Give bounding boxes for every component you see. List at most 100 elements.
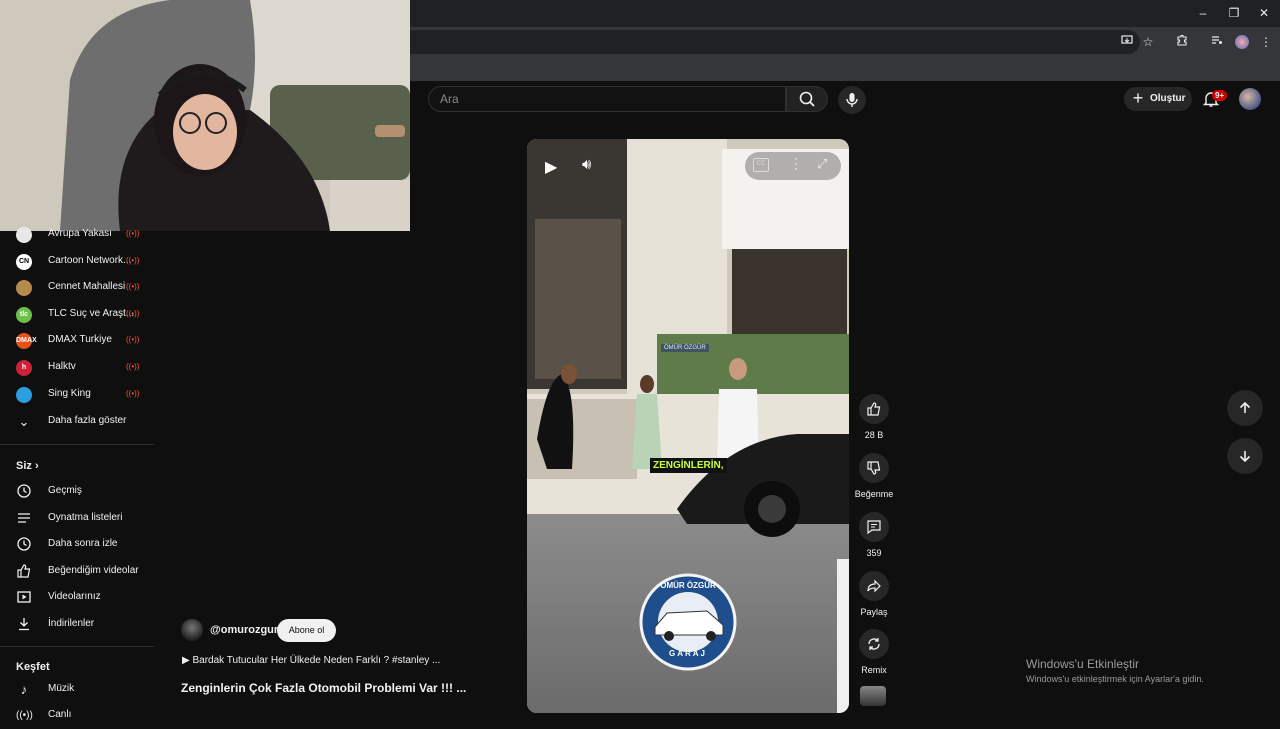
show-more-button[interactable]: ⌄ Daha fazla göster — [0, 409, 154, 435]
bookmarks-bar — [410, 57, 1280, 81]
subscription-label: TLC Suç ve Araşt... — [48, 308, 135, 319]
sidebar-item-your-videos[interactable]: Videolarınız — [0, 585, 154, 611]
fullscreen-icon[interactable]: ⤢ — [817, 156, 827, 172]
minimize-button[interactable]: – — [1192, 4, 1214, 22]
extensions-icon[interactable] — [1173, 33, 1191, 51]
remix-button[interactable]: Remix — [853, 629, 895, 675]
you-section-heading[interactable]: Siz › — [16, 460, 39, 472]
sidebar-item-watch-later[interactable]: Daha sonra izle — [0, 532, 154, 558]
related-video-link[interactable]: ▶ Bardak Tutucular Her Ülkede Neden Fark… — [182, 655, 440, 666]
like-count: 28 B — [864, 430, 884, 440]
webcam-overlay — [0, 0, 410, 231]
logo-top-text: ÖMÜR ÖZGÜR — [660, 581, 716, 590]
channel-icon — [16, 387, 32, 403]
dislike-button[interactable]: Beğenme — [853, 453, 895, 499]
sidebar-subscription-item[interactable]: tlc TLC Suç ve Araşt... ((•)) — [0, 302, 154, 328]
subscription-label: Avrupa Yakası — [48, 228, 112, 239]
account-avatar[interactable] — [1239, 88, 1261, 110]
video-title: Zenginlerin Çok Fazla Otomobil Problemi … — [181, 681, 467, 695]
channel-avatar[interactable] — [181, 619, 203, 641]
channel-icon — [16, 227, 32, 243]
remix-label: Remix — [861, 665, 887, 675]
restore-button[interactable]: ❐ — [1223, 4, 1245, 22]
chevron-down-icon: ⌄ — [18, 414, 30, 429]
sidebar-item-label: Müzik — [48, 683, 75, 694]
search-button[interactable] — [786, 86, 828, 112]
sidebar-item-label: Canlı — [48, 709, 72, 720]
bookmark-star-icon[interactable]: ☆ — [1139, 33, 1157, 51]
like-button[interactable]: 28 B — [853, 394, 895, 440]
arrow-down-icon — [1239, 451, 1251, 463]
download-icon — [16, 616, 32, 634]
close-window-button[interactable]: ✕ — [1253, 4, 1275, 22]
sidebar-item-liked-videos[interactable]: Beğendiğim videolar — [0, 559, 154, 585]
profile-avatar[interactable] — [1233, 33, 1251, 51]
sound-thumbnail[interactable] — [860, 686, 886, 706]
sidebar-subscription-item[interactable]: CN Cartoon Network... ((•)) — [0, 249, 154, 275]
thumbs-up-icon — [867, 402, 881, 416]
browser-menu-icon[interactable]: ⋮ — [1257, 33, 1275, 51]
sidebar-item-downloads[interactable]: İndirilenler — [0, 612, 154, 638]
media-controls-icon[interactable] — [1208, 33, 1226, 51]
sidebar-item-label: Geçmiş — [48, 485, 82, 496]
sidebar-item-label: İndirilenler — [48, 618, 95, 629]
subscription-label: Halktv — [48, 361, 76, 372]
explore-section-heading: Keşfet — [16, 661, 50, 673]
history-icon — [16, 483, 32, 501]
sidebar-item-label: Oynatma listeleri — [48, 512, 123, 523]
channel-icon — [16, 280, 32, 296]
sidebar-item-music[interactable]: ♪ Müzik — [0, 677, 154, 703]
channel-icon: tlc — [16, 307, 32, 323]
dislike-label: Beğenme — [854, 489, 894, 499]
remix-icon — [868, 638, 880, 650]
subscription-label: Sing King — [48, 388, 91, 399]
thumbs-down-icon — [867, 461, 881, 475]
show-more-label: Daha fazla göster — [48, 415, 127, 426]
install-app-icon[interactable] — [1118, 33, 1136, 51]
music-icon: ♪ — [20, 682, 28, 697]
play-button[interactable]: ▶ — [545, 157, 557, 177]
shorts-video-player[interactable]: ▶ 🔊︎ CC ⋮ ⤢ ÖMÜR ÖZGÜR ZENGİNLERİN, ÖMÜR… — [527, 139, 849, 713]
sidebar-item-playlists[interactable]: Oynatma listeleri — [0, 506, 154, 532]
voice-search-button[interactable] — [838, 86, 866, 114]
live-indicator-icon: ((•)) — [126, 229, 140, 238]
video-frame — [527, 139, 849, 713]
comments-button[interactable]: 359 — [853, 512, 895, 558]
activation-watermark-subtitle: Windows'u etkinleştirmek için Ayarlar'a … — [1026, 674, 1204, 684]
playlists-icon — [16, 510, 32, 528]
share-button[interactable]: Paylaş — [853, 571, 895, 617]
activation-watermark-title: Windows'u Etkinleştir — [1026, 657, 1139, 671]
channel-handle[interactable]: @omurozgur — [210, 624, 278, 636]
live-indicator-icon: ((•)) — [126, 389, 140, 398]
sidebar-item-label: Daha sonra izle — [48, 538, 118, 549]
live-indicator-icon: ((•)) — [126, 362, 140, 371]
plus-icon: + — [1132, 88, 1144, 108]
sidebar-item-history[interactable]: Geçmiş — [0, 479, 154, 505]
your-videos-icon — [16, 589, 32, 607]
sidebar-item-live[interactable]: ((•)) Canlı — [0, 703, 154, 729]
sidebar-subscription-item[interactable]: Cennet Mahallesi ((•)) — [0, 275, 154, 301]
sidebar-subscription-item[interactable]: Avrupa Yakası ((•)) — [0, 222, 154, 248]
live-indicator-icon: ((•)) — [126, 256, 140, 265]
channel-icon: CN — [16, 254, 32, 270]
previous-short-button[interactable] — [1227, 390, 1263, 426]
video-caption: ZENGİNLERİN, — [650, 458, 727, 473]
logo-bottom-text: GARAJ — [668, 649, 707, 658]
comment-count: 359 — [866, 548, 882, 558]
sidebar-subscription-item[interactable]: h Halktv ((•)) — [0, 355, 154, 381]
subscribe-button[interactable]: Abone ol — [277, 619, 336, 642]
search-input[interactable]: Ara — [428, 86, 786, 112]
share-icon — [867, 579, 881, 593]
more-options-icon[interactable]: ⋮ — [789, 155, 803, 172]
notification-badge: 9+ — [1212, 90, 1228, 101]
sidebar-subscription-item[interactable]: DMAX DMAX Turkiye ((•)) — [0, 328, 154, 354]
sidebar-subscription-item[interactable]: Sing King ((•)) — [0, 382, 154, 408]
address-bar[interactable] — [410, 30, 1140, 54]
captions-icon[interactable]: CC — [753, 158, 769, 172]
sidebar-item-label: Videolarınız — [48, 591, 101, 602]
next-short-button[interactable] — [1227, 438, 1263, 474]
volume-icon[interactable]: 🔊︎ — [582, 156, 591, 173]
live-indicator-icon: ((•)) — [126, 309, 140, 318]
search-icon — [799, 91, 815, 107]
sidebar-divider — [0, 444, 154, 445]
